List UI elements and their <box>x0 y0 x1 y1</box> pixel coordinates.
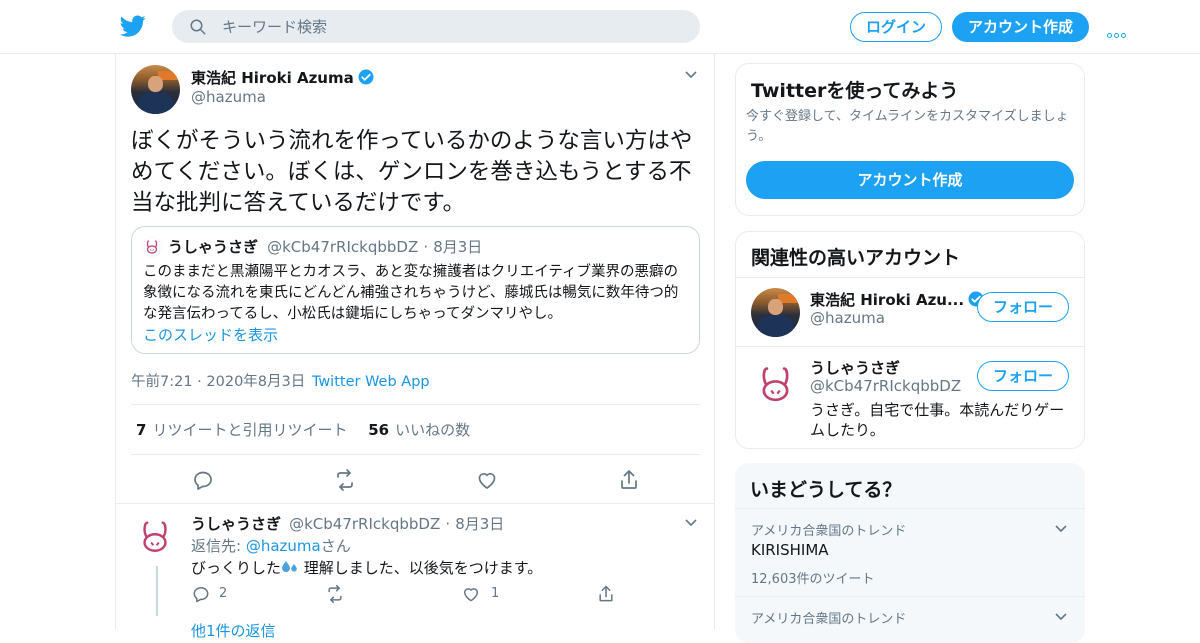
related-account-bio: うさぎ。自宅で仕事。本読んだりゲームしたり。 <box>810 401 1065 439</box>
trends-card: いまどうしてる？ アメリカ合衆国のトレンド KIRISHIMA 12,603件の… <box>735 463 1085 643</box>
reply-icon[interactable] <box>191 584 211 604</box>
trends-title: いまどうしてる？ <box>750 479 902 501</box>
like-icon[interactable] <box>475 468 499 492</box>
reply-actions: 2 1 <box>191 584 631 606</box>
tweet-source[interactable]: Twitter Web App <box>312 374 430 390</box>
sweat-droplets-icon <box>282 561 297 572</box>
reply-author-avatar[interactable] <box>133 515 177 559</box>
author-name[interactable]: 東浩紀 Hiroki Azuma <box>191 69 354 87</box>
follow-button[interactable]: フォロー <box>977 292 1069 322</box>
search-input[interactable] <box>222 10 682 43</box>
show-thread-link[interactable]: このスレッドを表示 <box>143 324 278 345</box>
meta-separator: · <box>197 374 202 390</box>
quoted-text: このままだと黒瀬陽平とカオスラ、あと変な擁護者はクリエイティブ業界の悪癖の象徴に… <box>143 264 679 322</box>
reply-date[interactable]: 8月3日 <box>455 515 504 533</box>
signup-button[interactable]: アカウント作成 <box>952 12 1089 42</box>
reply-author-handle[interactable]: @kCb47rRIckqbbDZ <box>289 515 440 533</box>
like-count: 1 <box>491 586 500 601</box>
login-button[interactable]: ログイン <box>850 12 942 42</box>
signup-cta-button[interactable]: アカウント作成 <box>746 161 1074 199</box>
search-icon <box>190 19 206 35</box>
related-account-handle: @kCb47rRIckqbbDZ <box>810 377 962 395</box>
author-avatar[interactable] <box>131 65 180 114</box>
more-replies-link[interactable]: 他1件の返信 <box>191 620 276 641</box>
more-options-icon[interactable] <box>1107 23 1131 38</box>
tweet-actions <box>191 468 637 492</box>
related-account-name[interactable]: 東浩紀 Hiroki Azu... <box>810 291 964 309</box>
tweet-meta: 午前7:21 · 2020年8月3日 Twitter Web App <box>131 370 430 391</box>
divider <box>131 454 700 455</box>
tweet-stats: 7 リツイートと引用リツイート 56 いいねの数 <box>136 419 470 440</box>
quoted-date-separator: · <box>423 238 429 256</box>
reply-icon[interactable] <box>191 468 215 492</box>
quoted-author-avatar <box>142 237 162 257</box>
reply-to-handle[interactable]: @hazuma <box>246 537 321 555</box>
related-account-avatar[interactable] <box>751 360 800 409</box>
verified-badge-icon <box>358 69 374 85</box>
likes-stat[interactable]: 56 いいねの数 <box>368 421 470 439</box>
reply-text: びっくりした 理解しました、以後気をつけます。 <box>191 559 543 577</box>
retweet-icon[interactable] <box>325 584 345 604</box>
thread-line <box>156 566 158 616</box>
trend-item[interactable]: アメリカ合衆国のトレンド <box>735 597 1085 643</box>
reply-date-separator: · <box>445 515 451 533</box>
chevron-down-icon[interactable] <box>685 519 697 527</box>
tweet-time[interactable]: 午前7:21 <box>131 374 193 390</box>
trend-name[interactable]: KIRISHIMA <box>751 541 829 559</box>
tweet-date[interactable]: 2020年8月3日 <box>206 374 305 390</box>
related-accounts-card: 関連性の高いアカウント 東浩紀 Hiroki Azu... @hazuma フォ… <box>735 231 1085 449</box>
trend-context: アメリカ合衆国のトレンド <box>751 524 907 539</box>
divider <box>131 404 700 405</box>
trend-context: アメリカ合衆国のトレンド <box>751 612 907 627</box>
twitter-logo-icon[interactable] <box>119 13 147 39</box>
chevron-down-icon[interactable] <box>1055 613 1067 621</box>
divider <box>116 503 714 504</box>
author-handle[interactable]: @hazuma <box>191 88 266 106</box>
tweet-text: ぼくがそういう流れを作っているかのような言い方はやめてください。ぼくは、ゲンロン… <box>131 128 693 216</box>
like-icon[interactable] <box>461 584 481 604</box>
reply-count: 2 <box>219 586 228 601</box>
main-timeline: 東浩紀 Hiroki Azuma @hazuma ぼくがそういう流れを作っている… <box>115 54 715 640</box>
retweet-icon[interactable] <box>333 468 357 492</box>
chevron-down-icon[interactable] <box>685 71 697 79</box>
trend-count: 12,603件のツイート <box>751 572 875 587</box>
follow-button[interactable]: フォロー <box>977 361 1069 391</box>
trend-item[interactable]: アメリカ合衆国のトレンド KIRISHIMA 12,603件のツイート <box>735 509 1085 596</box>
related-account-name[interactable]: うしゃうさぎ <box>810 357 900 378</box>
share-icon[interactable] <box>596 584 616 604</box>
related-account-handle: @hazuma <box>810 309 885 327</box>
quoted-author-name: うしゃうさぎ <box>168 238 259 256</box>
try-card-description: 今すぐ登録して、タイムラインをカスタマイズしましょう。 <box>746 109 1069 144</box>
quoted-tweet[interactable]: うしゃうさぎ @kCb47rRIckqbbDZ · 8月3日 このままだと黒瀬陽… <box>131 226 700 354</box>
chevron-down-icon[interactable] <box>1055 525 1067 533</box>
quoted-author-handle: @kCb47rRIckqbbDZ <box>267 238 419 256</box>
search-box[interactable] <box>172 10 700 43</box>
share-icon[interactable] <box>617 468 641 492</box>
retweets-stat[interactable]: 7 リツイートと引用リツイート <box>136 421 347 439</box>
reply-author-name[interactable]: うしゃうさぎ <box>191 515 281 533</box>
try-card-title: Twitterを使ってみよう <box>751 80 959 102</box>
try-twitter-card: Twitterを使ってみよう 今すぐ登録して、タイムラインをカスタマイズしましょ… <box>735 63 1085 216</box>
quoted-date: 8月3日 <box>433 238 483 256</box>
reply-to-line: 返信先: @hazumaさん <box>191 537 351 555</box>
related-title: 関連性の高いアカウント <box>751 247 961 269</box>
related-account-avatar[interactable] <box>751 288 800 337</box>
top-bar: ログイン アカウント作成 <box>0 0 1200 54</box>
